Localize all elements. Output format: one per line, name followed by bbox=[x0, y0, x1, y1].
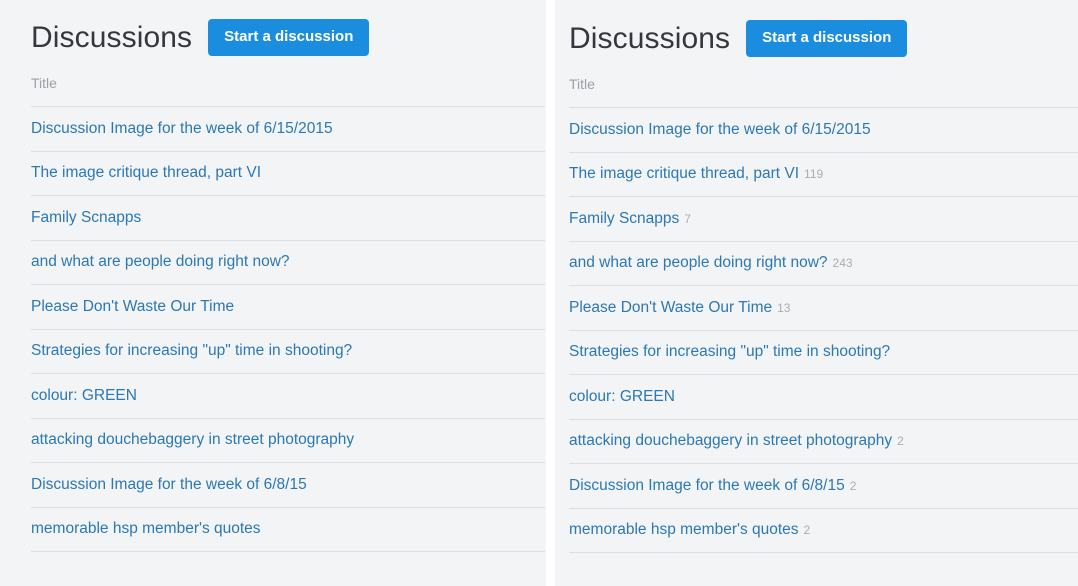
table-row[interactable]: Discussion Image for the week of 6/15/20… bbox=[31, 107, 545, 152]
discussion-title-link[interactable]: Strategies for increasing "up" time in s… bbox=[569, 342, 890, 362]
table-row[interactable]: Discussion Image for the week of 6/15/20… bbox=[569, 108, 1078, 153]
discussion-title-link[interactable]: Strategies for increasing "up" time in s… bbox=[31, 341, 352, 361]
start-a-discussion-button[interactable]: Start a discussion bbox=[746, 20, 908, 57]
table-row[interactable]: The image critique thread, part VI bbox=[31, 152, 545, 196]
discussion-title-link[interactable]: Discussion Image for the week of 6/15/20… bbox=[569, 120, 871, 140]
discussions-panel-left: Discussions Start a discussion Title Dis… bbox=[0, 0, 546, 586]
reply-count: 2 bbox=[849, 478, 857, 493]
table-row[interactable]: Discussion Image for the week of 6/8/15 bbox=[31, 463, 545, 508]
discussion-title-link[interactable]: attacking douchebaggery in street photog… bbox=[569, 431, 892, 451]
table-row[interactable]: attacking douchebaggery in street photog… bbox=[31, 419, 545, 463]
table-row[interactable]: attacking douchebaggery in street photog… bbox=[569, 420, 1078, 464]
discussion-list: Discussion Image for the week of 6/15/20… bbox=[31, 106, 545, 552]
discussions-table-left: Title Discussion Image for the week of 6… bbox=[31, 74, 545, 552]
page-title: Discussions bbox=[31, 20, 193, 54]
reply-count: 13 bbox=[777, 300, 791, 315]
table-row[interactable]: and what are people doing right now? bbox=[31, 241, 545, 285]
discussion-title-link[interactable]: Discussion Image for the week of 6/8/15 bbox=[31, 475, 307, 495]
discussion-title-link[interactable]: memorable hsp member's quotes bbox=[31, 519, 261, 539]
table-row[interactable]: Please Don't Waste Our Time 13 bbox=[569, 286, 1078, 331]
discussion-title-link[interactable]: and what are people doing right now? bbox=[31, 252, 290, 272]
page-title: Discussions bbox=[569, 21, 731, 55]
discussion-title-link[interactable]: colour: GREEN bbox=[31, 386, 137, 406]
panel-gutter-divider bbox=[546, 0, 555, 586]
table-row[interactable]: colour: GREEN bbox=[31, 374, 545, 419]
discussions-panel-right: Discussions Start a discussion Title Dis… bbox=[555, 0, 1078, 586]
discussion-title-link[interactable]: and what are people doing right now? bbox=[569, 253, 828, 273]
column-header-title: Title bbox=[31, 75, 57, 91]
discussion-list: Discussion Image for the week of 6/15/20… bbox=[569, 107, 1078, 553]
column-header-title: Title bbox=[569, 76, 595, 92]
reply-count: 2 bbox=[897, 434, 904, 449]
table-row[interactable]: memorable hsp member's quotes bbox=[31, 508, 545, 552]
discussion-title-link[interactable]: attacking douchebaggery in street photog… bbox=[31, 430, 354, 450]
panel-header-left: Discussions Start a discussion bbox=[0, 0, 546, 56]
screenshot-viewport: Discussions Start a discussion Title Dis… bbox=[0, 0, 1078, 586]
discussion-title-link[interactable]: Please Don't Waste Our Time bbox=[31, 297, 234, 317]
table-row[interactable]: Discussion Image for the week of 6/8/15 … bbox=[569, 464, 1078, 509]
discussion-title-link[interactable]: The image critique thread, part VI bbox=[569, 164, 799, 184]
discussion-title-link[interactable]: Family Scnapps bbox=[569, 209, 679, 229]
table-row[interactable]: and what are people doing right now? 243 bbox=[569, 242, 1078, 286]
discussion-title-link[interactable]: Family Scnapps bbox=[31, 208, 141, 228]
table-row[interactable]: Family Scnapps 7 bbox=[569, 197, 1078, 242]
reply-count: 243 bbox=[832, 256, 853, 271]
table-row[interactable]: Family Scnapps bbox=[31, 196, 545, 241]
discussion-title-link[interactable]: memorable hsp member's quotes bbox=[569, 520, 799, 540]
table-row[interactable]: The image critique thread, part VI 119 bbox=[569, 153, 1078, 197]
discussion-title-link[interactable]: The image critique thread, part VI bbox=[31, 163, 261, 183]
panel-header-right: Discussions Start a discussion bbox=[555, 1, 1078, 57]
discussion-title-link[interactable]: Please Don't Waste Our Time bbox=[569, 298, 772, 318]
reply-count: 2 bbox=[803, 523, 811, 538]
table-row[interactable]: memorable hsp member's quotes 2 bbox=[569, 509, 1078, 553]
discussion-title-link[interactable]: Discussion Image for the week of 6/8/15 bbox=[569, 476, 845, 496]
table-row[interactable]: colour: GREEN bbox=[569, 375, 1078, 420]
discussions-table-right: Title Discussion Image for the week of 6… bbox=[569, 75, 1078, 553]
discussion-title-link[interactable]: Discussion Image for the week of 6/15/20… bbox=[31, 119, 333, 139]
reply-count: 119 bbox=[804, 167, 824, 182]
table-row[interactable]: Strategies for increasing "up" time in s… bbox=[31, 330, 545, 374]
reply-count: 7 bbox=[684, 211, 691, 226]
start-a-discussion-button[interactable]: Start a discussion bbox=[208, 19, 370, 56]
discussion-title-link[interactable]: colour: GREEN bbox=[569, 387, 675, 407]
table-row[interactable]: Strategies for increasing "up" time in s… bbox=[569, 331, 1078, 375]
table-row[interactable]: Please Don't Waste Our Time bbox=[31, 285, 545, 330]
